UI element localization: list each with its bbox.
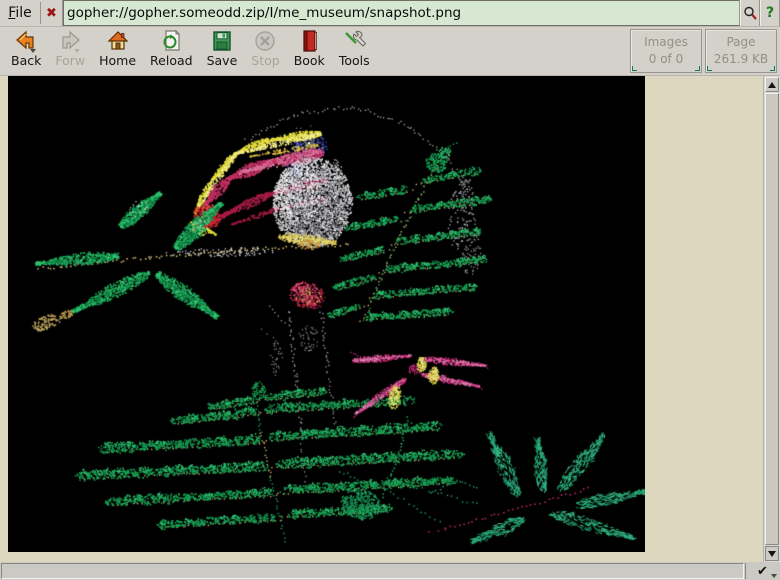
book-label: Book [294, 53, 325, 68]
forward-dropdown-caret [74, 49, 80, 53]
forward-button: Forw [48, 27, 92, 68]
save-floppy-icon [210, 29, 234, 53]
reload-button[interactable]: Reload [143, 27, 200, 68]
status-message [1, 563, 744, 579]
url-input[interactable] [63, 0, 740, 26]
arrow-down-icon [768, 551, 776, 557]
bug-meter-button[interactable]: ✔ [745, 563, 779, 579]
vertical-scrollbar[interactable] [763, 76, 780, 562]
forward-arrow-icon [58, 29, 82, 53]
file-menu[interactable]: File [0, 0, 40, 26]
browser-window: File ✖ ? Back [0, 0, 780, 580]
images-count-panel: Images 0 of 0 [630, 29, 702, 73]
tools-label: Tools [339, 53, 370, 68]
page-panel-value: 261.9 KB [706, 51, 776, 68]
stop-label: Stop [251, 53, 279, 68]
tools-wrench-icon [342, 29, 366, 53]
x-icon: ✖ [46, 6, 57, 21]
back-arrow-icon [14, 29, 38, 53]
bookmarks-button[interactable]: Book [287, 27, 332, 68]
resize-tick-icon [695, 66, 700, 71]
save-label: Save [207, 53, 238, 68]
home-icon [106, 29, 130, 53]
reload-label: Reload [150, 53, 193, 68]
scroll-up-button[interactable] [765, 77, 779, 92]
page-viewport [0, 76, 780, 562]
back-label: Back [11, 53, 41, 68]
tools-button[interactable]: Tools [332, 27, 377, 68]
check-icon: ✔ [757, 564, 768, 579]
help-icon: ? [766, 6, 774, 20]
scrollbar-thumb[interactable] [765, 93, 779, 545]
book-icon [297, 29, 321, 53]
menu-url-bar: File ✖ ? [0, 0, 780, 27]
back-dropdown-caret [30, 49, 36, 53]
toucan-artwork-image [8, 76, 645, 552]
home-label: Home [99, 53, 136, 68]
forward-label: Forw [55, 53, 85, 68]
magnifier-icon [743, 6, 758, 21]
page-size-panel: Page 261.9 KB [705, 29, 777, 73]
scroll-down-button[interactable] [765, 546, 779, 561]
images-panel-title: Images [631, 34, 701, 51]
save-button[interactable]: Save [200, 27, 245, 68]
info-panels: Images 0 of 0 Page 261.9 KB [630, 29, 777, 73]
arrow-up-icon [768, 82, 776, 88]
resize-tick-icon [632, 66, 637, 71]
search-button[interactable] [740, 0, 760, 26]
resize-tick-icon [707, 66, 712, 71]
help-button[interactable]: ? [760, 0, 780, 26]
stop-icon [253, 29, 277, 53]
back-button[interactable]: Back [4, 27, 48, 68]
home-button[interactable]: Home [92, 27, 143, 68]
images-panel-value: 0 of 0 [631, 51, 701, 68]
bug-meter-caret-icon [771, 574, 777, 578]
clear-url-button[interactable]: ✖ [41, 0, 63, 26]
reload-icon [159, 29, 183, 53]
page-panel-title: Page [706, 34, 776, 51]
stop-button: Stop [244, 27, 286, 68]
status-bar: ✔ [0, 562, 780, 580]
resize-tick-icon [770, 66, 775, 71]
